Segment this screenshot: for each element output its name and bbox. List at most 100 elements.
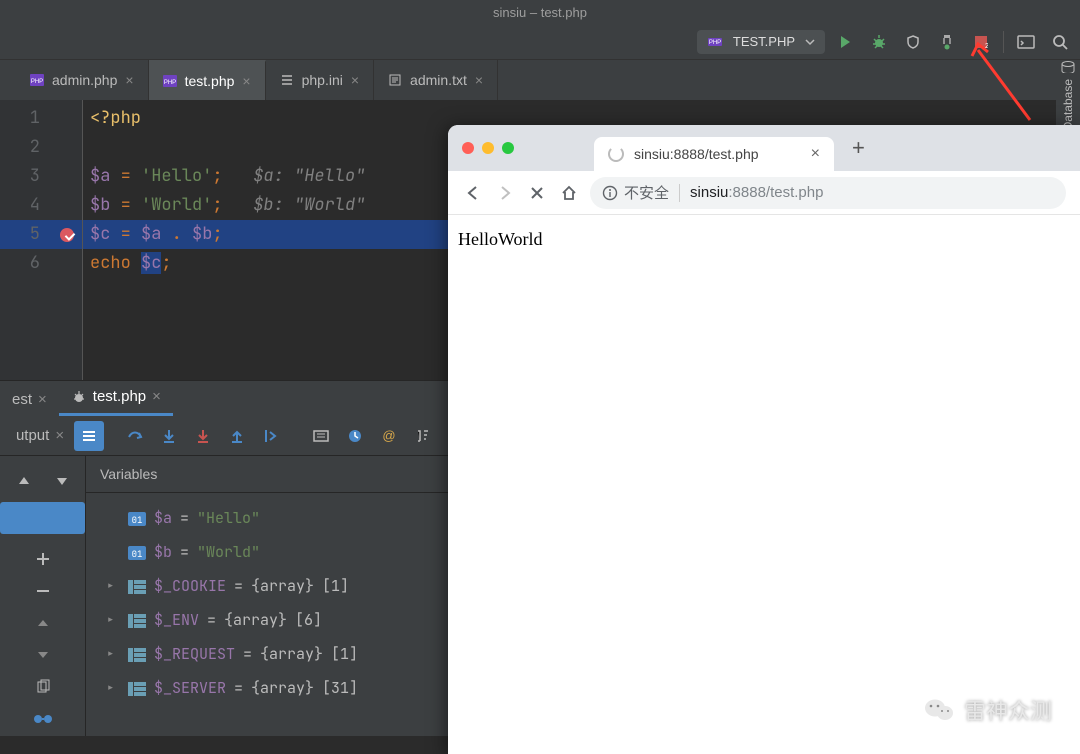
debug-tab-test-php[interactable]: test.php × [59, 380, 173, 416]
home-button[interactable] [558, 182, 580, 204]
page-output: HelloWorld [458, 229, 543, 249]
browser-window: sinsiu:8888/test.php × + 不安全 sinsiu:8888… [448, 125, 1080, 754]
at-button[interactable]: @ [374, 421, 404, 451]
txt-file-icon [388, 74, 402, 86]
svg-text:2: 2 [985, 43, 988, 49]
frame-down-button[interactable] [47, 466, 77, 496]
sort-button[interactable] [408, 421, 438, 451]
frames-button[interactable] [74, 421, 104, 451]
close-icon[interactable]: × [55, 427, 64, 444]
debug-controls [0, 456, 86, 736]
svg-text:PHP: PHP [709, 40, 721, 46]
debug-tab-prev[interactable]: est × [0, 383, 59, 416]
close-icon[interactable]: × [38, 391, 47, 408]
add-button[interactable] [28, 544, 58, 574]
force-step-into-button[interactable] [188, 421, 218, 451]
editor-tabs: PHP admin.php × PHP test.php × php.ini ×… [0, 60, 1080, 100]
php-file-icon: PHP [30, 74, 44, 86]
tab-admin-txt[interactable]: admin.txt × [374, 60, 498, 100]
indent-guide [82, 100, 83, 380]
close-icon[interactable]: × [811, 145, 820, 163]
tab-label: admin.txt [410, 72, 467, 88]
tab-label: php.ini [302, 72, 343, 88]
browser-tabbar: sinsiu:8888/test.php × + [448, 125, 1080, 171]
ini-file-icon [280, 74, 294, 86]
glasses-button[interactable] [28, 704, 58, 734]
watermark: 雷神众测 [924, 694, 1052, 726]
info-icon [602, 185, 618, 201]
run-config-label: TEST.PHP [733, 34, 795, 49]
titlebar: sinsiu – test.php [0, 0, 1080, 24]
step-into-button[interactable] [154, 421, 184, 451]
browser-toolbar: 不安全 sinsiu:8888/test.php [448, 171, 1080, 215]
php-file-icon: PHP [163, 75, 177, 87]
evaluate-expression-button[interactable] [306, 421, 336, 451]
svg-text:PHP: PHP [31, 79, 43, 85]
tab-label: test.php [185, 73, 235, 89]
run-config-selector[interactable]: PHP TEST.PHP [697, 30, 825, 54]
browser-page[interactable]: HelloWorld [448, 215, 1080, 754]
trace-button[interactable] [340, 421, 370, 451]
svg-text:01: 01 [132, 548, 143, 560]
tab-php-ini[interactable]: php.ini × [266, 60, 374, 100]
close-window-button[interactable] [462, 142, 474, 154]
close-icon[interactable]: × [152, 388, 161, 405]
coverage-button[interactable] [899, 28, 927, 56]
url-text: sinsiu:8888/test.php [690, 184, 823, 201]
copy-button[interactable] [28, 672, 58, 702]
browser-tab[interactable]: sinsiu:8888/test.php × [594, 137, 834, 171]
browser-tab-title: sinsiu:8888/test.php [634, 146, 759, 162]
minimize-window-button[interactable] [482, 142, 494, 154]
toolbar-divider [1003, 31, 1004, 53]
debug-tab-label: test.php [93, 388, 146, 405]
window-controls[interactable] [462, 142, 514, 154]
new-tab-button[interactable]: + [844, 135, 873, 161]
close-icon[interactable]: × [125, 72, 133, 88]
loading-spinner-icon [608, 146, 624, 162]
editor-gutter[interactable]: 123456 [0, 100, 82, 380]
forward-button[interactable] [494, 182, 516, 204]
svg-text:01: 01 [132, 514, 143, 526]
right-tool-rail[interactable]: Database [1056, 60, 1080, 130]
svg-text:@: @ [382, 428, 395, 443]
svg-text:PHP: PHP [163, 80, 175, 86]
close-icon[interactable]: × [351, 72, 359, 88]
debug-button[interactable] [865, 28, 893, 56]
terminal-button[interactable] [1012, 28, 1040, 56]
bug-icon [71, 389, 87, 405]
tab-admin-php[interactable]: PHP admin.php × [16, 60, 149, 100]
step-over-button[interactable] [120, 421, 150, 451]
watermark-text: 雷神众测 [964, 694, 1052, 726]
step-out-button[interactable] [222, 421, 252, 451]
database-icon [1060, 60, 1076, 73]
output-tab[interactable]: utput × [8, 423, 72, 448]
output-tab-label: utput [16, 427, 49, 444]
run-to-cursor-button[interactable] [256, 421, 286, 451]
main-toolbar: PHP TEST.PHP 2 [0, 24, 1080, 60]
php-config-icon: PHP [707, 34, 723, 50]
close-icon[interactable]: × [475, 72, 483, 88]
remove-button[interactable] [28, 576, 58, 606]
insecure-label: 不安全 [624, 182, 669, 203]
run-button[interactable] [831, 28, 859, 56]
search-everywhere-button[interactable] [1046, 28, 1074, 56]
debug-tab-label: est [12, 391, 32, 408]
stop-button[interactable]: 2 [967, 28, 995, 56]
wechat-icon [924, 697, 954, 723]
maximize-window-button[interactable] [502, 142, 514, 154]
security-indicator[interactable]: 不安全 [602, 182, 669, 203]
close-icon[interactable]: × [242, 73, 250, 89]
move-down-button[interactable] [28, 640, 58, 670]
move-up-button[interactable] [28, 608, 58, 638]
tab-test-php[interactable]: PHP test.php × [149, 60, 266, 100]
frame-up-button[interactable] [9, 466, 39, 496]
database-label: Database [1061, 79, 1075, 130]
back-button[interactable] [462, 182, 484, 204]
selected-frame[interactable] [0, 502, 85, 534]
omnibox-separator [679, 184, 680, 202]
profiler-button[interactable] [933, 28, 961, 56]
tab-label: admin.php [52, 72, 117, 88]
window-title: sinsiu – test.php [493, 5, 587, 20]
address-bar[interactable]: 不安全 sinsiu:8888/test.php [590, 177, 1066, 209]
stop-reload-button[interactable] [526, 182, 548, 204]
